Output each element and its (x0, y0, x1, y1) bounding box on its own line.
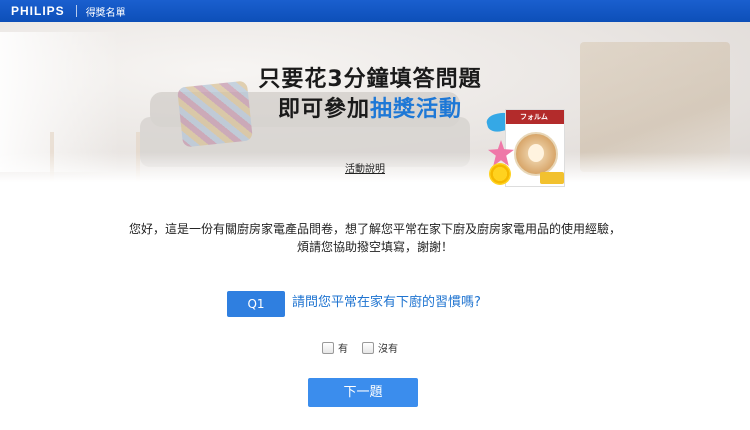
intro-line2: 煩請您協助撥空填寫，謝謝！ (296, 240, 453, 254)
hero-title-prefix: 即可參加 (277, 97, 370, 122)
option-yes-label: 有 (338, 344, 348, 355)
product-badge (540, 172, 564, 184)
yellow-sun-cutter-image (489, 163, 511, 185)
product-box-label: フォルム (520, 113, 548, 121)
philips-logo[interactable]: PHILIPS (11, 4, 65, 18)
bunny-pancake-image (528, 144, 544, 162)
product-box-image: フォルム (505, 109, 565, 187)
next-question-button[interactable]: 下一題 (308, 378, 418, 407)
top-bar: PHILIPS 得獎名單 (0, 0, 750, 22)
winners-list-link[interactable]: 得獎名單 (86, 4, 126, 19)
option-yes[interactable]: 有 (322, 340, 348, 355)
option-no[interactable]: 沒有 (362, 340, 398, 355)
intro-line1: 您好，這是一份有關廚房家電產品問卷，想了解您平常在家下廚及廚房家電用品的使用經驗… (128, 222, 621, 236)
activity-description-link[interactable]: 活動說明 (320, 160, 410, 175)
question-text: 請問您平常在家有下廚的習慣嗎? (292, 295, 481, 310)
option-yes-checkbox[interactable] (322, 341, 334, 354)
option-no-label: 沒有 (378, 344, 398, 355)
header-divider (75, 5, 77, 17)
hero-title-highlight: 抽獎活動 (370, 97, 463, 122)
option-no-checkbox[interactable] (362, 341, 374, 354)
question-number-badge: Q1 (227, 291, 285, 317)
hero-title-line1: 只要花3分鐘填答問題 (258, 67, 482, 92)
answer-options: 有 沒有 (322, 340, 412, 355)
survey-intro: 您好，這是一份有關廚房家電產品問卷，想了解您平常在家下廚及廚房家電用品的使用經驗… (60, 220, 690, 256)
